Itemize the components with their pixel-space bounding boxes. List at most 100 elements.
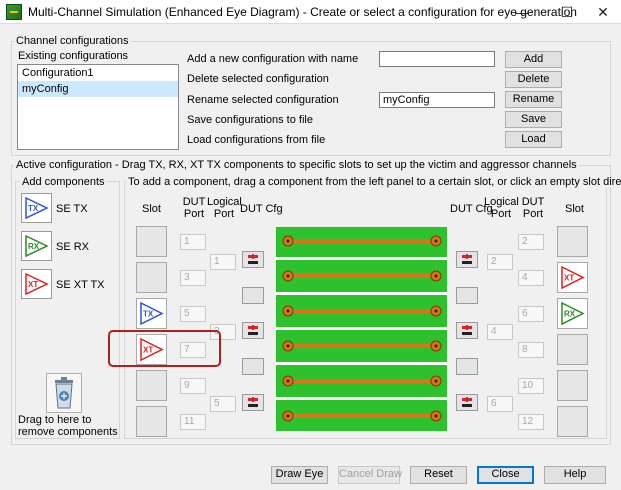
se-xt-tx-label: SE XT TX	[56, 279, 105, 291]
right-slot-12[interactable]	[557, 406, 588, 437]
differential-cfg-icon	[248, 254, 258, 264]
trash-hint-text: Drag to here to remove components	[18, 414, 118, 438]
new-config-name-input[interactable]	[379, 51, 495, 67]
left-slot-11[interactable]	[136, 406, 167, 437]
left-slot-3[interactable]	[136, 262, 167, 293]
left-dut-cfg-header: DUT Cfg	[240, 203, 283, 215]
add-button[interactable]: Add	[505, 51, 562, 68]
right-dut-cfg-toggle-empty[interactable]	[456, 287, 478, 304]
save-config-label: Save configurations to file	[187, 114, 313, 126]
delete-config-label: Delete selected configuration	[187, 73, 329, 85]
right-dut-port: 10	[518, 378, 544, 394]
tx-driver-icon[interactable]: TX	[21, 193, 52, 223]
draw-eye-button[interactable]: Draw Eye	[271, 466, 328, 484]
left-slot-9[interactable]	[136, 370, 167, 401]
slots-legend: To add a component, drag a component fro…	[126, 176, 621, 188]
cancel-draw-button[interactable]: Cancel Draw	[338, 466, 402, 484]
right-dut-port: 4	[518, 270, 544, 286]
highlight-annotation	[108, 330, 221, 367]
save-button[interactable]: Save	[505, 111, 562, 128]
right-dut-port: 12	[518, 414, 544, 430]
right-logical-port: 2	[487, 254, 513, 270]
svg-text:RX: RX	[28, 242, 40, 251]
add-config-label: Add a new configuration with name	[187, 53, 359, 65]
differential-cfg-icon	[248, 325, 258, 335]
left-dut-port: 3	[180, 270, 206, 286]
left-dut-port: 1	[180, 234, 206, 250]
right-slot-4[interactable]: XT	[557, 262, 588, 293]
left-dut-cfg-toggle[interactable]	[242, 322, 264, 339]
load-button[interactable]: Load	[505, 131, 562, 148]
right-dut-port: 6	[518, 306, 544, 322]
app-icon	[6, 4, 22, 20]
right-slot-8[interactable]	[557, 334, 588, 365]
left-dut-cfg-toggle-empty[interactable]	[242, 287, 264, 304]
svg-text:TX: TX	[28, 204, 39, 213]
differential-cfg-icon	[462, 254, 472, 264]
xt-aggressor-icon: XT	[561, 265, 585, 290]
se-tx-label: SE TX	[56, 203, 88, 215]
active-configuration-legend: Active configuration - Drag TX, RX, XT T…	[14, 159, 579, 171]
load-config-label: Load configurations from file	[187, 134, 326, 146]
xt-aggressor-icon[interactable]: XT	[21, 269, 52, 299]
channel-traces-graphic	[276, 235, 447, 422]
right-dut-cfg-toggle[interactable]	[456, 251, 478, 268]
configuration-list-item[interactable]: Configuration1	[18, 65, 178, 81]
left-dut-cfg-toggle[interactable]	[242, 394, 264, 411]
right-logical-port: 4	[487, 324, 513, 340]
right-dut-cfg-toggle[interactable]	[456, 322, 478, 339]
right-logical-port: 6	[487, 396, 513, 412]
svg-text:XT: XT	[564, 274, 574, 283]
left-dut-cfg-toggle-empty[interactable]	[242, 358, 264, 375]
configuration-list-item-selected[interactable]: myConfig	[18, 81, 178, 97]
rename-config-label: Rename selected configuration	[187, 94, 339, 106]
help-button[interactable]: Help	[544, 466, 606, 484]
rename-config-input[interactable]: myConfig	[379, 92, 495, 108]
differential-cfg-icon	[462, 325, 472, 335]
left-dut-port: 11	[180, 414, 206, 430]
left-slot-1[interactable]	[136, 226, 167, 257]
close-button[interactable]: Close	[477, 466, 534, 484]
right-slot-2[interactable]	[557, 226, 588, 257]
left-dut-port: 5	[180, 306, 206, 322]
left-logical-port-header: Logical Port	[207, 196, 242, 220]
svg-text:XT: XT	[28, 280, 38, 289]
svg-text:TX: TX	[143, 310, 154, 319]
differential-cfg-icon	[248, 397, 258, 407]
left-logical-port: 1	[210, 254, 236, 270]
left-dut-port-header: DUT Port	[182, 196, 206, 220]
close-window-button[interactable]: ✕	[585, 0, 621, 24]
minimize-button[interactable]: —	[504, 0, 540, 24]
reset-button[interactable]: Reset	[410, 466, 467, 484]
left-logical-port: 5	[210, 396, 236, 412]
left-slot-header: Slot	[142, 203, 161, 215]
right-dut-port: 2	[518, 234, 544, 250]
rx-receiver-icon: RX	[561, 301, 585, 326]
channel-board	[276, 227, 447, 431]
right-slot-6[interactable]: RX	[557, 298, 588, 329]
right-slot-header: Slot	[565, 203, 584, 215]
right-slot-10[interactable]	[557, 370, 588, 401]
delete-button[interactable]: Delete	[505, 71, 562, 88]
add-components-legend: Add components	[20, 176, 107, 188]
tx-driver-icon: TX	[140, 301, 164, 326]
differential-cfg-icon	[462, 397, 472, 407]
existing-configurations-label: Existing configurations	[18, 50, 129, 62]
trash-icon[interactable]	[46, 373, 82, 413]
maximize-button[interactable]: ☐	[549, 0, 585, 24]
left-slot-5[interactable]: TX	[136, 298, 167, 329]
left-dut-cfg-toggle[interactable]	[242, 251, 264, 268]
right-dut-port: 8	[518, 342, 544, 358]
left-dut-port: 9	[180, 378, 206, 394]
se-rx-label: SE RX	[56, 241, 90, 253]
rename-button[interactable]: Rename	[505, 91, 562, 108]
window-title: Multi-Channel Simulation (Enhanced Eye D…	[28, 5, 577, 19]
svg-text:RX: RX	[564, 310, 576, 319]
channel-configurations-legend: Channel configurations	[14, 35, 131, 47]
configurations-listbox[interactable]: Configuration1 myConfig	[17, 64, 179, 150]
right-logical-port-header: Logical Port	[484, 196, 519, 220]
title-bar: Multi-Channel Simulation (Enhanced Eye D…	[0, 0, 621, 24]
right-dut-cfg-toggle-empty[interactable]	[456, 358, 478, 375]
rx-receiver-icon[interactable]: RX	[21, 231, 52, 261]
right-dut-cfg-toggle[interactable]	[456, 394, 478, 411]
